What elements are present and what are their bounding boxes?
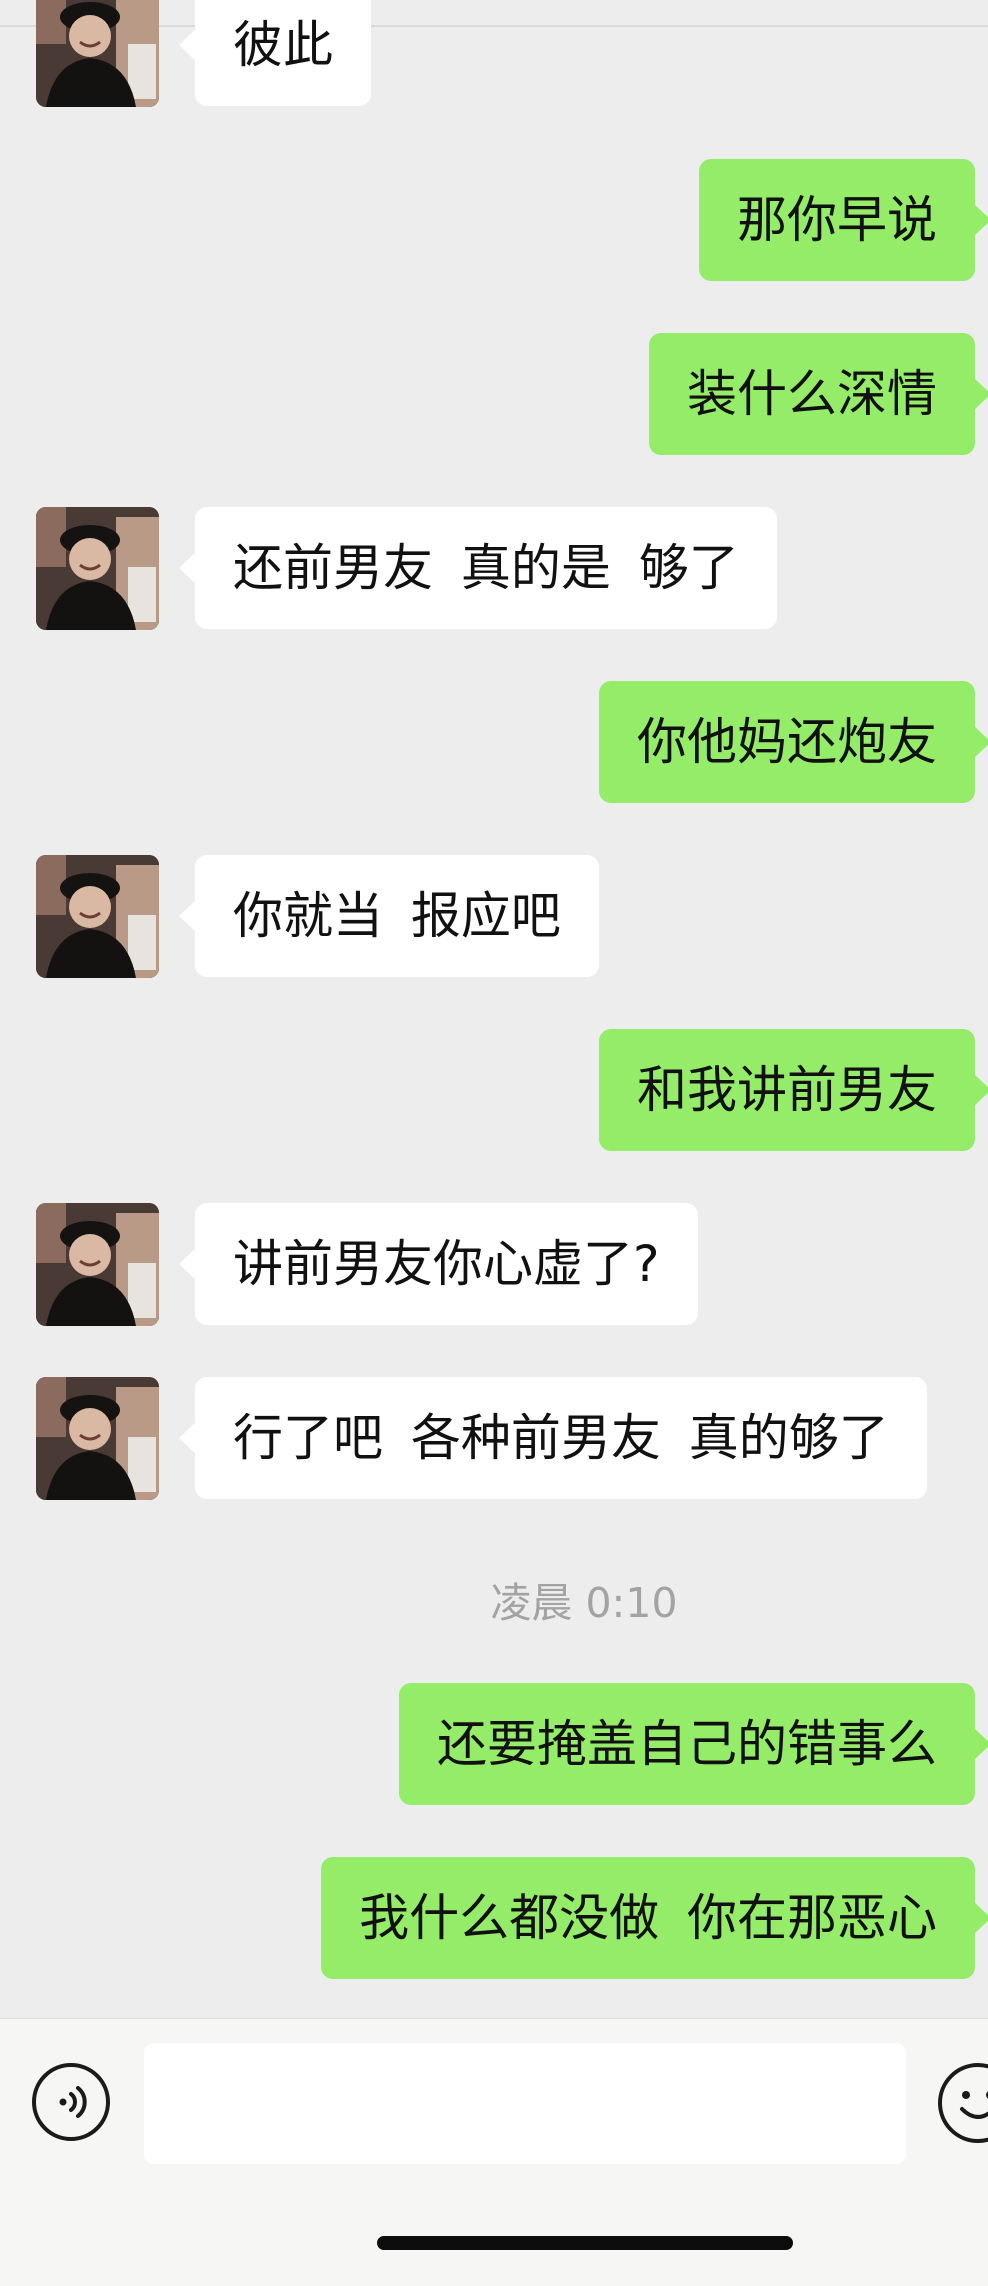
message-text: 装什么深情 — [687, 365, 937, 423]
emoji-icon — [960, 2091, 988, 2119]
message-text: 还要掩盖自己的错事么 — [437, 1715, 937, 1773]
contact-avatar[interactable] — [36, 1203, 159, 1326]
message-bubble-incoming[interactable]: 行了吧 各种前男友 真的够了 — [179, 1377, 927, 1499]
input-bar — [0, 2018, 988, 2286]
message-text: 你就当 报应吧 — [233, 887, 561, 945]
message-text: 和我讲前男友 — [637, 1061, 937, 1119]
message-bubble-incoming[interactable]: 你就当 报应吧 — [179, 855, 599, 977]
message-text: 我什么都没做 你在那恶心 — [359, 1889, 937, 1947]
message-bubble-incoming[interactable]: 彼此 — [179, 0, 371, 106]
message-timestamp: 凌晨 0:10 — [490, 1579, 678, 1627]
message-text: 彼此 — [233, 16, 333, 74]
message-bubble-outgoing[interactable]: 那你早说 — [699, 159, 988, 281]
message-text: 讲前男友你心虚了? — [233, 1235, 660, 1293]
message-input[interactable] — [144, 2043, 906, 2164]
message-text: 你他妈还炮友 — [637, 713, 937, 771]
home-indicator[interactable] — [377, 2236, 793, 2250]
message-bubble-outgoing[interactable]: 还要掩盖自己的错事么 — [399, 1683, 988, 1805]
contact-avatar[interactable] — [36, 507, 159, 630]
message-bubble-incoming[interactable]: 讲前男友你心虚了? — [179, 1203, 698, 1325]
contact-avatar[interactable] — [36, 1377, 159, 1500]
voice-icon — [59, 2086, 87, 2118]
message-text: 那你早说 — [737, 191, 937, 249]
voice-input-button[interactable] — [32, 2063, 110, 2141]
contact-avatar[interactable] — [36, 855, 159, 978]
message-text: 行了吧 各种前男友 真的够了 — [233, 1409, 889, 1467]
emoji-button[interactable] — [938, 2063, 988, 2143]
message-bubble-outgoing[interactable]: 装什么深情 — [649, 333, 988, 455]
contact-avatar[interactable] — [36, 0, 159, 107]
message-bubble-outgoing[interactable]: 和我讲前男友 — [599, 1029, 988, 1151]
message-bubble-outgoing[interactable]: 我什么都没做 你在那恶心 — [321, 1857, 988, 1979]
message-text: 还前男友 真的是 够了 — [233, 539, 739, 597]
message-bubble-outgoing[interactable]: 你他妈还炮友 — [599, 681, 988, 803]
chat-area[interactable]: 彼此 那你早说 装什么深情 还前男友 真的是 够了 你他妈还炮友 你就当 报应吧… — [0, 0, 988, 2018]
message-bubble-incoming[interactable]: 还前男友 真的是 够了 — [179, 507, 777, 629]
